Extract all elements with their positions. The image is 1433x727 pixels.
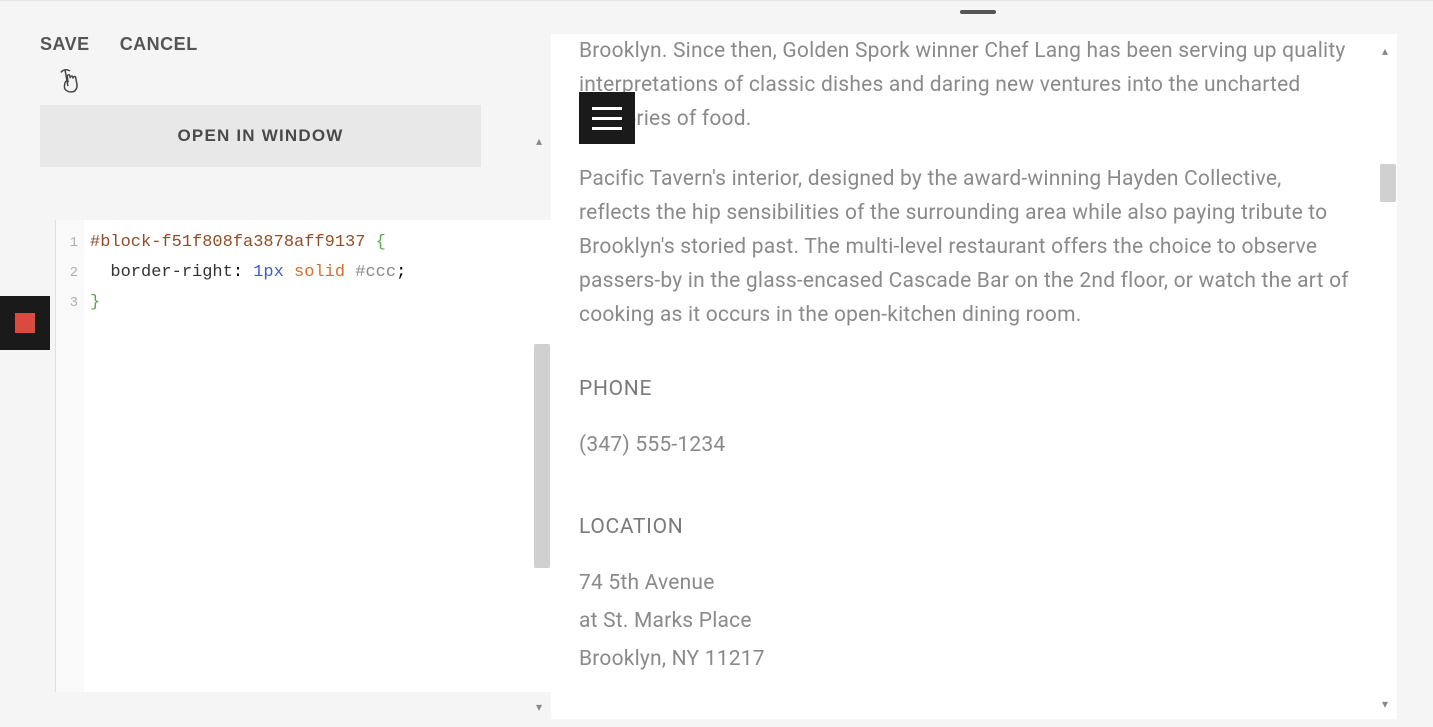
- location-heading: LOCATION: [579, 510, 1357, 544]
- code-content[interactable]: #block-f51f808fa3878aff9137 { border-rig…: [84, 220, 406, 692]
- scroll-down-icon[interactable]: ▾: [1382, 697, 1388, 711]
- stop-square-icon: [15, 313, 35, 333]
- css-value-color: #ccc: [355, 263, 396, 282]
- main-layout: SAVE CANCEL OPEN IN WINDOW 1 2 3 #block-…: [0, 4, 1433, 727]
- css-selector: #block-f51f808fa3878aff9137: [90, 233, 365, 252]
- location-line: Brooklyn, NY 11217: [579, 642, 1357, 676]
- preview-content: Brooklyn. Since then, Golden Spork winne…: [551, 34, 1397, 676]
- scroll-up-icon[interactable]: ▴: [1382, 44, 1388, 58]
- phone-heading: PHONE: [579, 372, 1357, 406]
- left-scrollbar[interactable]: ▴ ▾: [533, 134, 551, 714]
- css-value-px: 1px: [253, 263, 284, 282]
- location-line: at St. Marks Place: [579, 604, 1357, 638]
- open-in-window-button[interactable]: OPEN IN WINDOW: [40, 105, 481, 167]
- line-number-gutter: 1 2 3: [56, 220, 84, 692]
- location-line: 74 5th Avenue: [579, 566, 1357, 600]
- css-semicolon: ;: [396, 263, 406, 282]
- code-editor[interactable]: 1 2 3 #block-f51f808fa3878aff9137 { bord…: [55, 220, 551, 692]
- scroll-thumb[interactable]: [534, 344, 550, 568]
- scroll-up-icon[interactable]: ▴: [536, 134, 542, 148]
- preview-paragraph: Brooklyn. Since then, Golden Spork winne…: [579, 34, 1357, 136]
- phone-value: (347) 555-1234: [579, 428, 1357, 462]
- recording-stop-indicator[interactable]: [0, 296, 50, 350]
- panel-drag-handle[interactable]: [960, 10, 996, 14]
- css-value-solid: solid: [294, 263, 345, 282]
- save-button[interactable]: SAVE: [40, 34, 90, 55]
- cancel-button[interactable]: CANCEL: [120, 34, 198, 55]
- preview-panel: Brooklyn. Since then, Golden Spork winne…: [551, 34, 1397, 719]
- css-brace: {: [376, 233, 386, 252]
- css-brace: }: [90, 293, 100, 312]
- css-property: border-right: [110, 263, 232, 282]
- preview-paragraph: Pacific Tavern's interior, designed by t…: [579, 162, 1357, 332]
- hamburger-menu-icon[interactable]: [579, 92, 635, 144]
- line-number: 2: [56, 258, 78, 288]
- preview-scrollbar[interactable]: ▴ ▾: [1379, 34, 1397, 719]
- editor-actions: SAVE CANCEL: [0, 34, 551, 55]
- scroll-thumb[interactable]: [1380, 164, 1396, 202]
- line-number: 3: [56, 288, 78, 318]
- scroll-down-icon[interactable]: ▾: [536, 700, 542, 714]
- css-editor-panel: SAVE CANCEL OPEN IN WINDOW 1 2 3 #block-…: [0, 4, 551, 727]
- pointer-cursor-icon: [57, 65, 84, 99]
- line-number: 1: [56, 228, 78, 258]
